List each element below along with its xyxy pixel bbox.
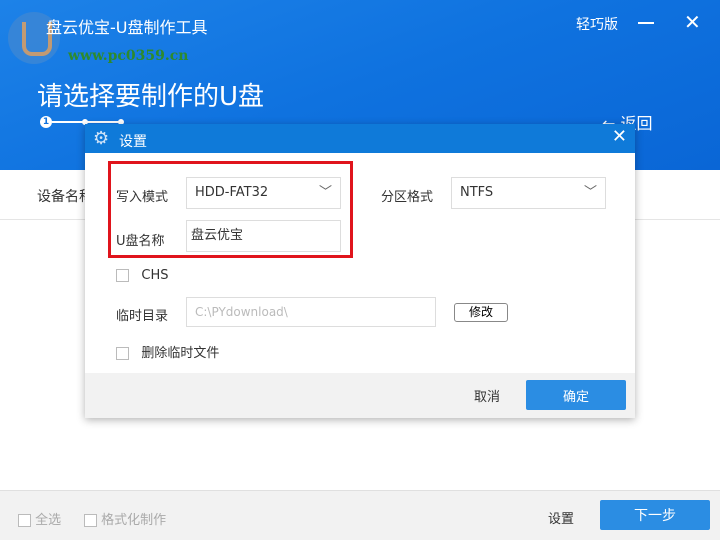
dialog-title-bar: ⚙ 设置 ✕ xyxy=(85,124,635,153)
usb-name-input[interactable]: 盘云优宝 xyxy=(186,220,341,252)
step-1: 1 xyxy=(40,116,52,128)
close-button[interactable]: ✕ xyxy=(684,10,701,34)
format-make-checkbox[interactable]: 格式化制作 xyxy=(84,509,166,528)
dialog-close-button[interactable]: ✕ xyxy=(612,126,627,147)
write-mode-label: 写入模式 xyxy=(116,190,169,205)
partition-format-label: 分区格式 xyxy=(381,190,434,205)
chevron-down-icon: ﹀ xyxy=(583,185,597,200)
settings-dialog: ⚙ 设置 ✕ 写入模式 HDD-FAT32 ﹀ 分区格式 NTFS ﹀ U盘名称 盘… xyxy=(85,124,635,418)
select-all-checkbox[interactable]: 全选 xyxy=(18,509,61,528)
watermark: www.pc0359.cn xyxy=(68,48,189,64)
partition-format-select[interactable]: NTFS ﹀ xyxy=(451,177,606,209)
gear-icon: ⚙ xyxy=(93,128,110,149)
chevron-down-icon: ﹀ xyxy=(318,185,332,200)
cancel-button[interactable]: 取消 xyxy=(474,386,500,405)
usb-name-label: U盘名称 xyxy=(116,234,165,249)
dialog-title: 设置 xyxy=(119,134,147,150)
edition-label[interactable]: 轻巧版 xyxy=(576,14,618,34)
minimize-button[interactable] xyxy=(638,22,654,24)
temp-dir-input[interactable]: C:\PYdownload\ xyxy=(186,297,436,327)
app-title: 盘云优宝-U盘制作工具 xyxy=(46,18,208,37)
next-step-button[interactable]: 下一步 xyxy=(600,500,710,530)
dialog-footer: 取消 确定 xyxy=(85,373,635,418)
page-title: 请选择要制作的U盘 xyxy=(37,82,265,112)
settings-link[interactable]: 设置 xyxy=(548,508,574,527)
chs-checkbox[interactable]: CHS xyxy=(116,268,169,283)
delete-temp-checkbox[interactable]: 删除临时文件 xyxy=(116,342,219,361)
bottom-bar: 全选 格式化制作 设置 下一步 xyxy=(0,490,720,540)
write-mode-select[interactable]: HDD-FAT32 ﹀ xyxy=(186,177,341,209)
ok-button[interactable]: 确定 xyxy=(526,380,626,410)
temp-dir-label: 临时目录 xyxy=(116,309,169,324)
modify-button[interactable]: 修改 xyxy=(454,303,508,322)
